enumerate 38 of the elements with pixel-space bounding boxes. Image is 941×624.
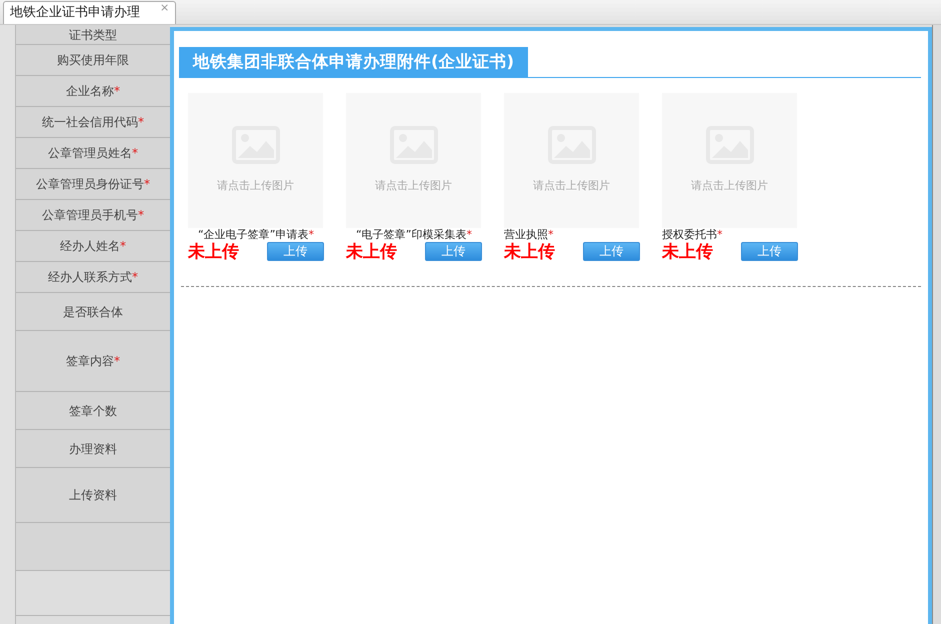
upload-placeholder[interactable]: 请点击上传图片 (346, 92, 481, 228)
attachment-caption: “企业电子签章”申请表* (198, 228, 314, 241)
attachment-caption: “电子签章”印模采集表* (356, 228, 472, 241)
upload-button[interactable]: 上传 (425, 242, 482, 262)
upload-status: 未上传 (188, 242, 239, 262)
upload-placeholder[interactable]: 请点击上传图片 (662, 92, 797, 228)
field-label: 企业名称* (66, 83, 120, 100)
field-label: 统一社会信用代码* (42, 114, 144, 131)
placeholder-text: 请点击上传图片 (217, 178, 294, 194)
upload-status: 未上传 (504, 242, 555, 262)
field-label: 证书类型 (69, 26, 117, 44)
field-label: 办理资料 (69, 440, 117, 458)
tab[interactable]: 地铁企业证书申请办理 × (3, 1, 176, 24)
field-label: 签章内容* (66, 353, 120, 370)
close-icon[interactable]: × (160, 2, 170, 13)
tab-label: 地铁企业证书申请办理 (10, 4, 140, 22)
placeholder-text: 请点击上传图片 (533, 178, 610, 194)
field-label: 经办人姓名* (60, 238, 126, 255)
attachment-caption: 营业执照* (504, 228, 554, 241)
placeholder-text: 请点击上传图片 (375, 178, 452, 194)
field-label: 上传资料 (69, 487, 117, 504)
field-label: 是否联合体 (63, 304, 123, 320)
upload-placeholder[interactable]: 请点击上传图片 (188, 92, 323, 228)
field-label: 签章个数 (69, 402, 117, 420)
field-label: 公章管理员姓名* (48, 145, 138, 162)
placeholder-text: 请点击上传图片 (691, 178, 768, 194)
field-label: 购买使用年限 (57, 52, 129, 69)
field-label: 公章管理员手机号* (42, 207, 144, 224)
upload-placeholder[interactable]: 请点击上传图片 (504, 92, 639, 228)
upload-status: 未上传 (346, 242, 397, 262)
upload-button[interactable]: 上传 (583, 242, 640, 262)
attachment-caption: 授权委托书* (662, 228, 722, 241)
upload-button[interactable]: 上传 (267, 242, 324, 262)
field-label: 公章管理员身份证号* (36, 176, 150, 193)
dialog-title: 地铁集团非联合体申请办理附件(企业证书) (179, 47, 528, 77)
field-label: 经办人联系方式* (48, 269, 138, 286)
upload-status: 未上传 (662, 242, 713, 262)
upload-button[interactable]: 上传 (741, 242, 798, 262)
